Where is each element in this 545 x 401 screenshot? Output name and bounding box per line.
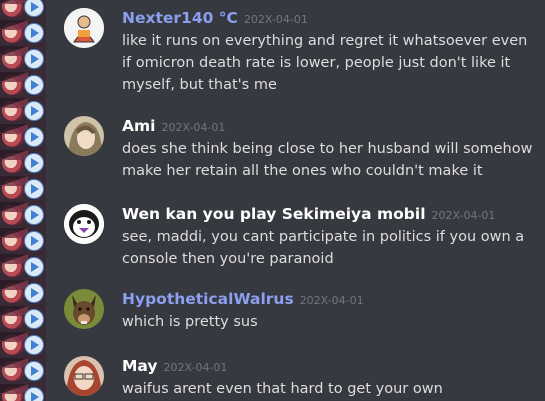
arrow-icon xyxy=(24,283,44,303)
decorative-tile xyxy=(0,332,46,358)
decorative-tile xyxy=(0,254,46,280)
arrow-icon xyxy=(24,257,44,277)
arrow-icon xyxy=(24,387,44,401)
dog-avatar[interactable] xyxy=(64,289,104,329)
decorative-tile xyxy=(0,72,46,98)
decorative-tile xyxy=(0,0,46,20)
decorative-tile xyxy=(0,228,46,254)
arrow-icon xyxy=(24,127,44,147)
message-text: see, maddi, you cant participate in poli… xyxy=(122,229,525,267)
message-text: waifus arent even that hard to get your … xyxy=(122,381,443,397)
arrow-icon xyxy=(24,361,44,381)
timestamp: 202X-04-01 xyxy=(163,361,228,374)
decorative-tile xyxy=(0,124,46,150)
username[interactable]: Nexter140 °C xyxy=(122,9,238,27)
decorative-tile xyxy=(0,46,46,72)
cartoon-figure-avatar[interactable] xyxy=(64,8,104,48)
decorative-tile xyxy=(0,98,46,124)
timestamp: 202X-04-01 xyxy=(243,13,308,26)
timestamp: 202X-04-01 xyxy=(431,209,496,222)
username[interactable]: HypotheticalWalrus xyxy=(122,290,294,308)
arrow-icon xyxy=(24,23,44,43)
decorative-tile xyxy=(0,20,46,46)
arrow-icon xyxy=(24,101,44,121)
decorative-tile xyxy=(0,280,46,306)
arrow-icon xyxy=(24,75,44,95)
arrow-icon xyxy=(24,0,44,17)
arrow-icon xyxy=(24,179,44,199)
arrow-icon xyxy=(24,153,44,173)
timestamp: 202X-04-01 xyxy=(299,294,364,307)
arrow-icon xyxy=(24,309,44,329)
message-text: does she think being close to her husban… xyxy=(122,141,533,179)
username[interactable]: Wen kan you play Sekimeiya mobil xyxy=(122,205,426,223)
arrow-icon xyxy=(24,205,44,225)
decorative-tile xyxy=(0,176,46,202)
arrow-icon xyxy=(24,231,44,251)
anime-character-avatar[interactable] xyxy=(64,356,104,396)
decorative-tile xyxy=(0,384,46,401)
penguin-avatar[interactable] xyxy=(64,204,104,244)
decorative-tile xyxy=(0,358,46,384)
decorative-tile xyxy=(0,150,46,176)
username[interactable]: May xyxy=(122,357,158,375)
message-text: which is pretty sus xyxy=(122,314,258,330)
decorative-tile xyxy=(0,202,46,228)
decorative-tile xyxy=(0,306,46,332)
message-text: like it runs on everything and regret it… xyxy=(122,33,528,93)
arrow-icon xyxy=(24,49,44,69)
anime-girl-avatar[interactable] xyxy=(64,116,104,156)
arrow-icon xyxy=(24,335,44,355)
server-sidebar-strip xyxy=(0,0,46,401)
username[interactable]: Ami xyxy=(122,117,155,135)
message-feed: Nexter140 °C 202X-04-01 like it runs on e… xyxy=(46,0,545,401)
timestamp: 202X-04-01 xyxy=(161,121,226,134)
